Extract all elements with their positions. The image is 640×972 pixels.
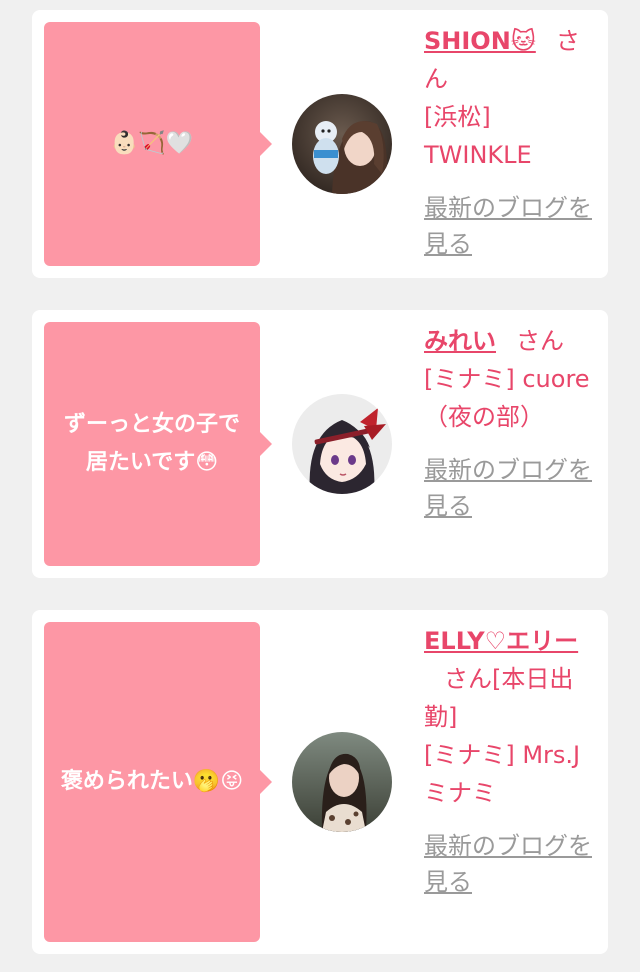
latest-blog-link[interactable]: 最新のブログを見る	[424, 452, 596, 524]
shop-name: [浜松] TWINKLE	[424, 103, 532, 169]
girl-info: ELLY♡エリーさん[本日出勤] [ミナミ] Mrs.J ミナミ 最新のブログを…	[424, 622, 596, 900]
latest-blog-link[interactable]: 最新のブログを見る	[424, 190, 596, 262]
girl-card-1: 👶🏻🏹🤍 SHION🐱 さん [浜松] TWINKLE 最新のブログを見る	[32, 10, 608, 278]
message-text: ずーっと女の子で居たいです😳	[63, 412, 240, 475]
avatar[interactable]	[292, 94, 392, 194]
girl-card-3: 褒められたい🫢😝 ELLY♡エリーさん[本日出勤] [ミナミ] Mrs.J ミナ…	[32, 610, 608, 954]
honorific: さん[本日出勤]	[424, 665, 574, 731]
message-text: 褒められたい🫢😝	[60, 769, 244, 794]
avatar[interactable]	[292, 732, 392, 832]
message-bubble: 褒められたい🫢😝	[44, 622, 272, 942]
message-bubble: 👶🏻🏹🤍	[44, 22, 272, 266]
girl-name-link[interactable]: みれい	[424, 327, 496, 355]
girl-info: みれい さん [ミナミ] cuore（夜の部） 最新のブログを見る	[424, 322, 596, 524]
girl-info: SHION🐱 さん [浜松] TWINKLE 最新のブログを見る	[424, 22, 596, 262]
girl-name-link[interactable]: ELLY♡エリー	[424, 627, 578, 655]
avatar[interactable]	[292, 394, 392, 494]
message-text: 👶🏻🏹🤍	[110, 131, 194, 156]
shop-name: [ミナミ] cuore（夜の部）	[424, 365, 590, 431]
message-bubble: ずーっと女の子で居たいです😳	[44, 322, 272, 566]
girl-card-2: ずーっと女の子で居たいです😳 みれい さん [ミナミ] cuore（夜の部） 最新…	[32, 310, 608, 578]
girl-name-link[interactable]: SHION🐱	[424, 27, 536, 55]
shop-name: [ミナミ] Mrs.J ミナミ	[424, 741, 581, 807]
latest-blog-link[interactable]: 最新のブログを見る	[424, 828, 596, 900]
honorific: さん	[516, 327, 564, 355]
